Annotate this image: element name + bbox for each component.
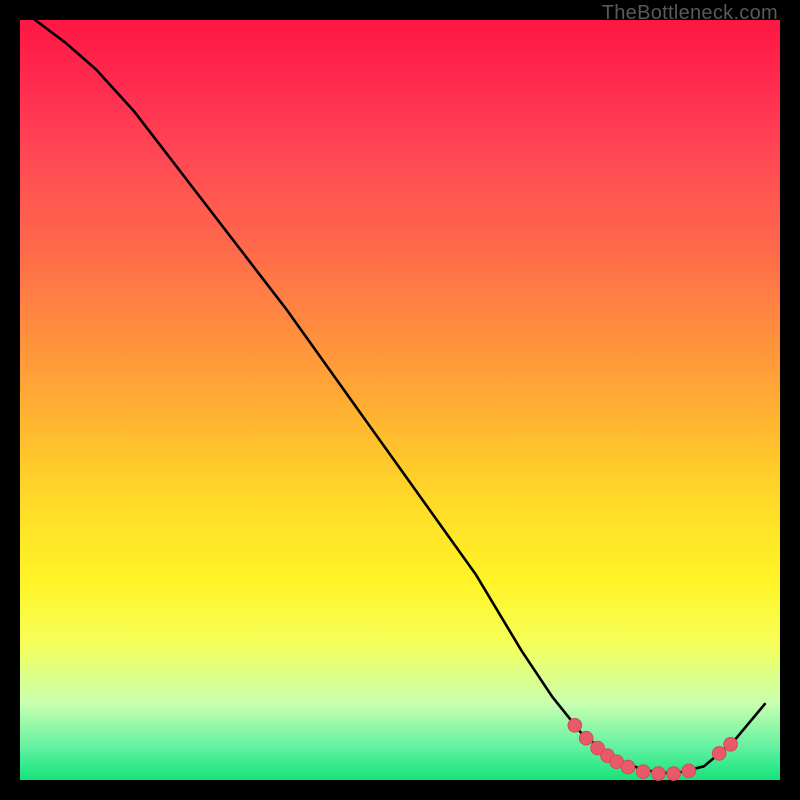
curve-marker [667, 767, 681, 781]
chart-frame: TheBottleneck.com [0, 0, 800, 800]
curve-marker [712, 747, 726, 761]
curve-marker [724, 737, 738, 751]
curve-marker [568, 718, 582, 732]
bottleneck-curve [35, 20, 765, 774]
curve-marker [682, 764, 696, 778]
plot-area [20, 20, 780, 780]
curve-marker [621, 760, 635, 774]
curve-marker [579, 731, 593, 745]
curve-marker [636, 765, 650, 779]
curve-svg [20, 20, 780, 780]
curve-marker [652, 767, 666, 781]
watermark-text: TheBottleneck.com [602, 2, 778, 25]
curve-markers [568, 718, 737, 780]
